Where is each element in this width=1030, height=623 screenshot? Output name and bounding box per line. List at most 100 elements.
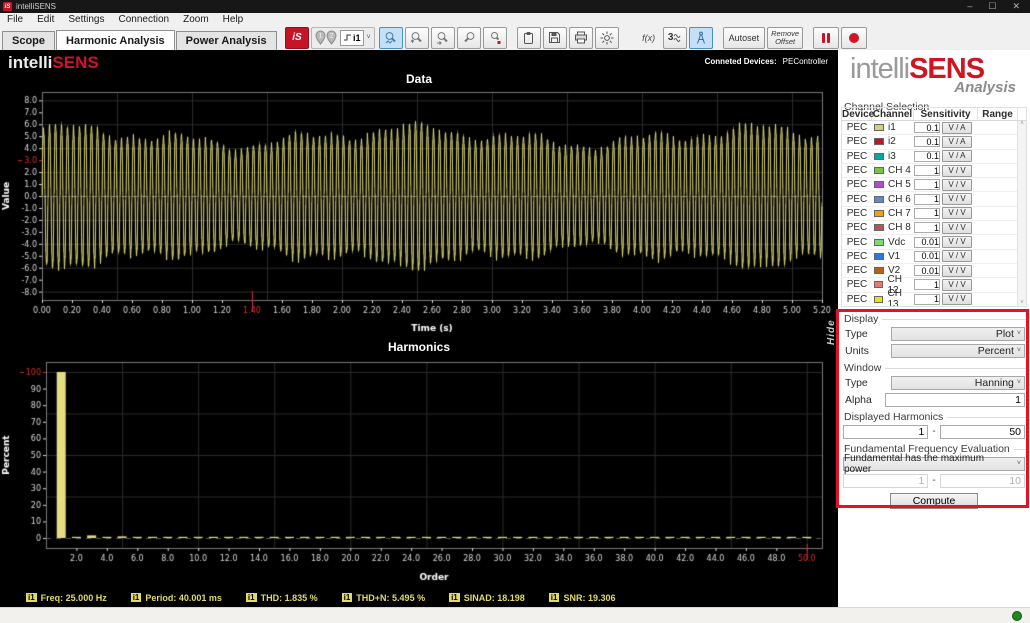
channel-badge: i1	[449, 593, 460, 602]
range-unit-button[interactable]: V / V	[942, 193, 972, 205]
tab-strip: ScopeHarmonic AnalysisPower Analysis	[2, 30, 278, 50]
sensitivity-input[interactable]	[914, 222, 940, 233]
sensitivity-input[interactable]	[914, 179, 940, 190]
device-cell: PEC	[842, 179, 872, 190]
channel-row-ch4[interactable]: PECCH 4V / V	[842, 164, 1026, 178]
range-unit-button[interactable]: V / A	[942, 122, 972, 134]
display-type-select[interactable]: Plot ˅	[891, 327, 1025, 341]
channel-row-i3[interactable]: PECi3V / A	[842, 150, 1026, 164]
range-unit-button[interactable]: V / V	[942, 250, 972, 262]
zoom-y-button[interactable]	[405, 27, 429, 49]
hide-panel-handle[interactable]: Hide	[826, 305, 837, 359]
measure-compass-button[interactable]	[689, 27, 713, 49]
tab-power-analysis[interactable]: Power Analysis	[176, 31, 277, 50]
tab-scope[interactable]: Scope	[2, 31, 55, 50]
compute-button[interactable]: Compute	[890, 493, 978, 509]
channel-row-ch13[interactable]: PECCH 13V / V	[842, 293, 1026, 307]
channel-row-vdc[interactable]: PECVdcV / V	[842, 235, 1026, 249]
copy-clipboard-button[interactable]	[517, 27, 541, 49]
display-type-label: Type	[845, 328, 891, 340]
range-unit-button[interactable]: V / V	[942, 179, 972, 191]
channel-row-ch12[interactable]: PECCH 12V / V	[842, 278, 1026, 292]
window-type-select[interactable]: Hanning ˅	[891, 376, 1025, 390]
sensitivity-input[interactable]	[914, 265, 940, 276]
harmonics-to-input[interactable]	[940, 425, 1025, 439]
record-button[interactable]	[841, 27, 867, 49]
fundamental-to-input[interactable]	[940, 474, 1025, 488]
sensitivity-input[interactable]	[914, 194, 940, 205]
function-button[interactable]: f(x)	[637, 27, 661, 49]
sensitivity-input[interactable]	[914, 122, 940, 133]
channel-row-i1[interactable]: PECi1V / A	[842, 121, 1026, 135]
range-unit-button[interactable]: V / V	[942, 293, 972, 305]
menu-item-edit[interactable]: Edit	[30, 14, 61, 25]
sensitivity-input[interactable]	[914, 136, 940, 147]
range-unit-button[interactable]: V / V	[942, 222, 972, 234]
sensitivity-input[interactable]	[914, 165, 940, 176]
fundamental-from-input[interactable]	[843, 474, 928, 488]
sensitivity-input[interactable]	[914, 294, 940, 305]
range-unit-button[interactable]: V / V	[942, 236, 972, 248]
sensitivity-input[interactable]	[914, 237, 940, 248]
data-chart-title: Data	[0, 72, 838, 86]
remove-offset-line2: Offset	[775, 37, 795, 46]
menu-item-connection[interactable]: Connection	[112, 14, 177, 25]
sensitivity-input[interactable]	[914, 251, 940, 262]
data-chart[interactable]	[0, 86, 838, 338]
marker-pin-2-icon[interactable]: 2	[326, 30, 337, 45]
zoom-window-button[interactable]	[457, 27, 481, 49]
minimize-button[interactable]: –	[967, 1, 972, 12]
range-unit-button[interactable]: V / V	[942, 279, 972, 291]
channel-row-i2[interactable]: PECi2V / A	[842, 135, 1026, 149]
floppy-disk-icon	[548, 31, 561, 44]
zoom-point-button[interactable]	[483, 27, 507, 49]
scroll-down-icon[interactable]: ˅	[1018, 300, 1026, 306]
menu-item-zoom[interactable]: Zoom	[176, 14, 216, 25]
maximize-button[interactable]: ☐	[988, 1, 996, 12]
sensitivity-input[interactable]	[914, 151, 940, 162]
save-button[interactable]	[543, 27, 567, 49]
menu-item-help[interactable]: Help	[216, 14, 251, 25]
remove-offset-button[interactable]: Remove Offset	[767, 27, 803, 49]
tab-toolbar-row: ScopeHarmonic AnalysisPower Analysis iS …	[0, 25, 1030, 50]
autoset-button[interactable]: Autoset	[723, 27, 766, 49]
channel-scrollbar[interactable]: ˄ ˅	[1017, 121, 1026, 306]
harmonics-chart[interactable]	[0, 354, 838, 588]
menu-item-file[interactable]: File	[0, 14, 30, 25]
three-phase-button[interactable]: 3	[663, 27, 687, 49]
channel-row-v2[interactable]: PECV2V / V	[842, 264, 1026, 278]
marker-pin-1-icon[interactable]: 1	[315, 30, 326, 45]
channel-row-ch5[interactable]: PECCH 5V / V	[842, 178, 1026, 192]
scroll-up-icon[interactable]: ˄	[1020, 121, 1024, 127]
print-button[interactable]	[569, 27, 593, 49]
range-unit-button[interactable]: V / V	[942, 165, 972, 177]
channel-row-ch6[interactable]: PECCH 6V / V	[842, 192, 1026, 206]
menu-item-settings[interactable]: Settings	[61, 14, 111, 25]
pause-button[interactable]	[813, 27, 839, 49]
range-unit-button[interactable]: V / V	[942, 207, 972, 219]
sensitivity-input[interactable]	[914, 208, 940, 219]
zoom-xy-button[interactable]	[379, 27, 403, 49]
range-unit-button[interactable]: V / V	[942, 265, 972, 277]
units-select[interactable]: Percent ˅	[891, 344, 1025, 358]
tab-harmonic-analysis[interactable]: Harmonic Analysis	[56, 30, 175, 50]
range-unit-button[interactable]: V / A	[942, 136, 972, 148]
fundamental-method-select[interactable]: Fundamental has the maximum power ˅	[843, 457, 1025, 471]
channel-row-ch8[interactable]: PECCH 8V / V	[842, 221, 1026, 235]
channel-row-ch7[interactable]: PECCH 7V / V	[842, 207, 1026, 221]
device-cell: PEC	[842, 222, 872, 233]
channel-row-v1[interactable]: PECV1V / V	[842, 250, 1026, 264]
sensitivity-input[interactable]	[914, 279, 940, 290]
status-value: SINAD: 18.198	[464, 593, 525, 603]
alpha-input[interactable]	[885, 393, 1025, 407]
signal-selector-dropdown[interactable]: i1	[340, 30, 364, 46]
chevron-down-icon[interactable]: ˅	[367, 34, 371, 41]
brightness-button[interactable]	[595, 27, 619, 49]
range-unit-button[interactable]: V / A	[942, 150, 972, 162]
zoom-x-button[interactable]	[431, 27, 455, 49]
intellisens-logo-button[interactable]: iS	[285, 27, 309, 49]
close-button[interactable]: ✕	[1012, 1, 1020, 12]
harmonics-from-input[interactable]	[843, 425, 928, 439]
compass-icon	[695, 31, 707, 45]
device-cell: PEC	[842, 237, 872, 248]
